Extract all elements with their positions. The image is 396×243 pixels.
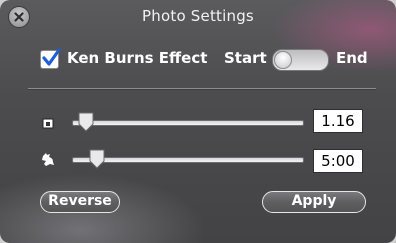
window-title: Photo Settings xyxy=(142,7,254,25)
ken-burns-label[interactable]: Ken Burns Effect xyxy=(67,49,207,67)
zoom-row: 1.16 xyxy=(40,109,370,135)
divider xyxy=(28,88,376,90)
zoom-slider-thumb[interactable] xyxy=(78,112,94,132)
toggle-knob[interactable] xyxy=(274,51,292,69)
apply-button[interactable]: Apply xyxy=(262,191,366,213)
reverse-button[interactable]: Reverse xyxy=(40,191,120,213)
duration-value-field[interactable]: 5:00 xyxy=(313,149,363,173)
rabbit-icon xyxy=(42,153,54,166)
ken-burns-row: Ken Burns Effect Start End xyxy=(40,48,380,72)
duration-slider-thumb[interactable] xyxy=(89,149,105,169)
start-label: Start xyxy=(224,49,267,67)
zoom-value-field[interactable]: 1.16 xyxy=(313,109,363,133)
checkmark-icon xyxy=(42,48,61,66)
zoom-slider-track[interactable] xyxy=(72,120,304,126)
photo-settings-hud: Photo Settings Ken Burns Effect Start En… xyxy=(0,0,396,243)
title-bar: Photo Settings xyxy=(0,0,396,34)
small-picture-icon xyxy=(42,118,54,129)
start-end-toggle[interactable] xyxy=(272,49,329,71)
duration-row: 5:00 xyxy=(40,146,370,173)
duration-slider-track[interactable] xyxy=(72,157,304,163)
end-label: End xyxy=(336,49,368,67)
ken-burns-checkbox[interactable] xyxy=(40,48,61,69)
